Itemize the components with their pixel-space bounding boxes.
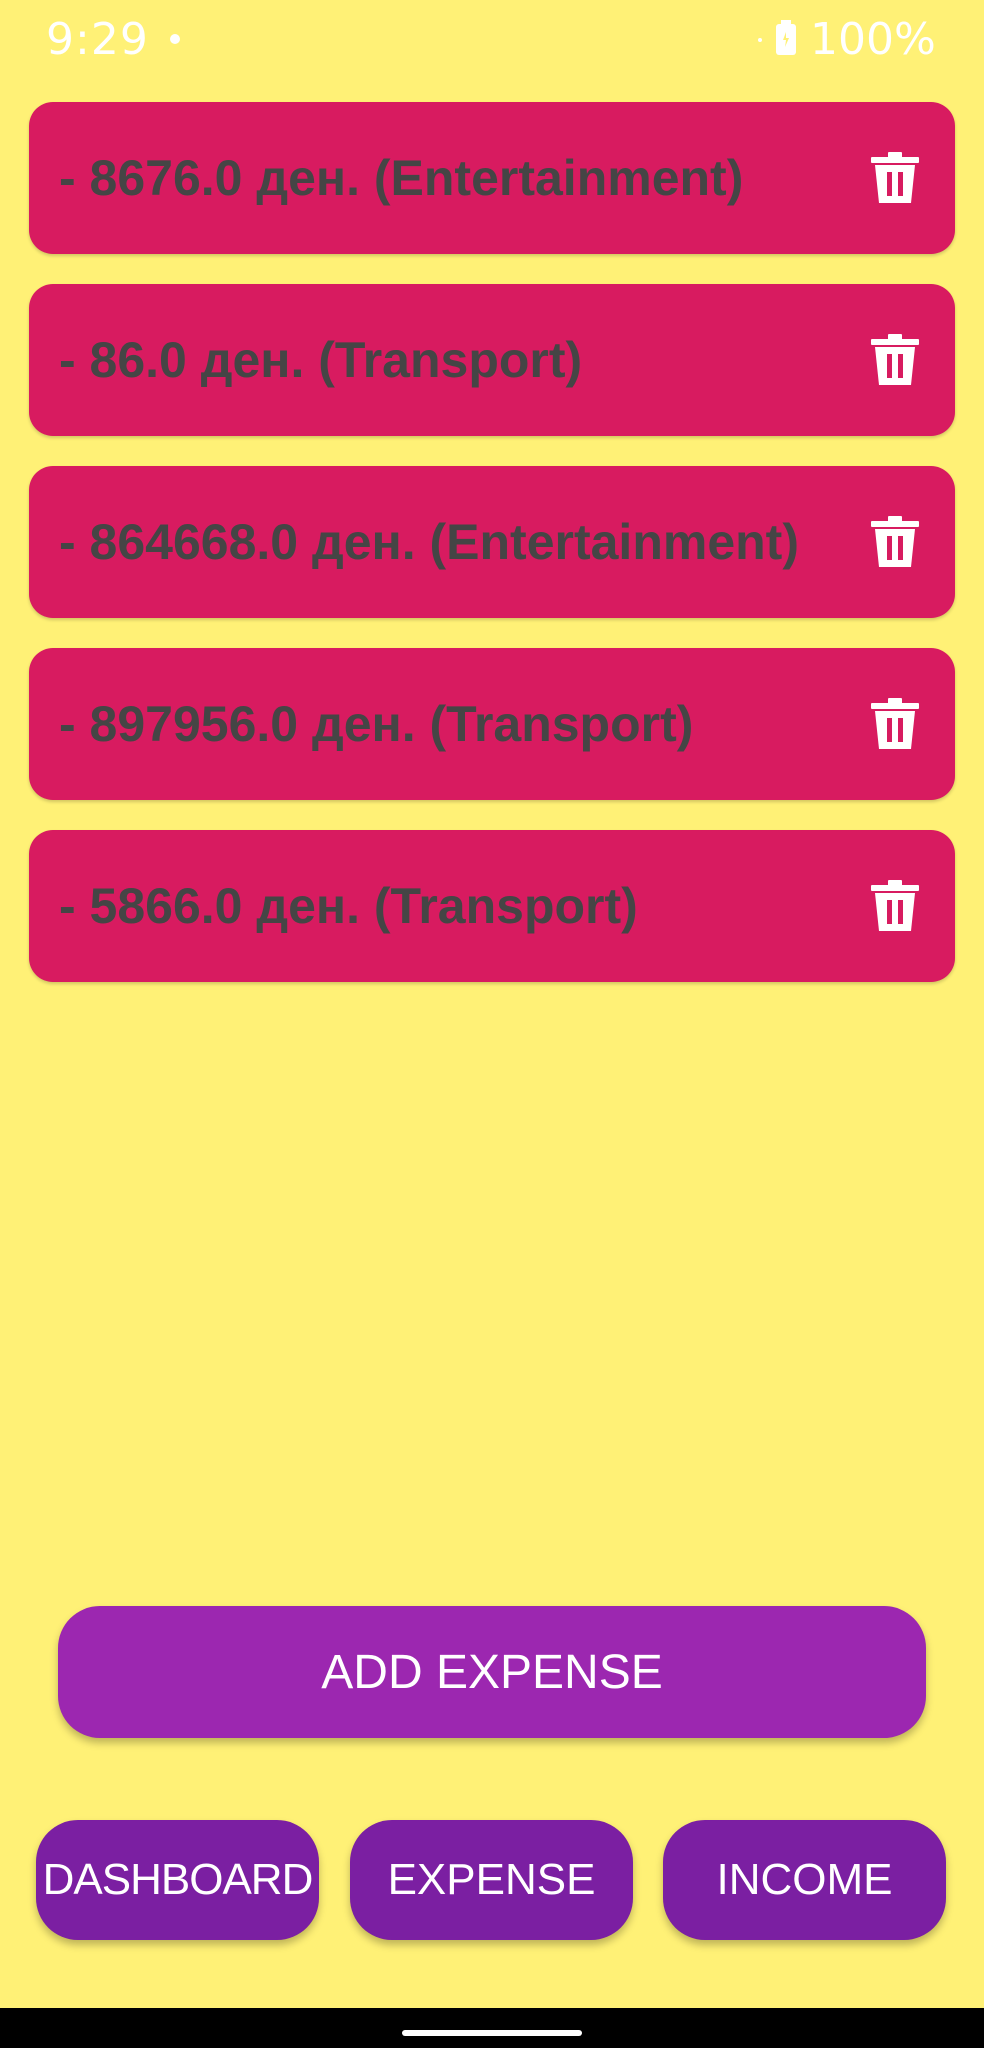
expense-item: - 8676.0 ден. (Entertainment) <box>29 102 955 254</box>
expense-item: - 86.0 ден. (Transport) <box>29 284 955 436</box>
signal-dot-icon <box>758 38 762 42</box>
trash-icon <box>871 334 919 385</box>
income-button[interactable]: INCOME <box>663 1820 946 1940</box>
delete-button[interactable] <box>865 694 925 754</box>
expense-label: - 86.0 ден. (Transport) <box>59 332 583 388</box>
expense-label: - 8676.0 ден. (Entertainment) <box>59 150 744 206</box>
home-indicator[interactable] <box>402 2030 582 2036</box>
trash-icon <box>871 698 919 749</box>
expense-label: - 897956.0 ден. (Transport) <box>59 696 694 752</box>
expense-label: - 5866.0 ден. (Transport) <box>59 878 638 934</box>
dashboard-button[interactable]: DASHBOARD <box>36 1820 319 1940</box>
system-navigation-bar <box>0 2008 984 2048</box>
expense-item: - 5866.0 ден. (Transport) <box>29 830 955 982</box>
status-time: 9:29 <box>46 14 149 65</box>
delete-button[interactable] <box>865 148 925 208</box>
expense-list: - 8676.0 ден. (Entertainment) - 86.0 ден… <box>29 102 955 1012</box>
trash-icon <box>871 152 919 203</box>
trash-icon <box>871 880 919 931</box>
expense-item: - 864668.0 ден. (Entertainment) <box>29 466 955 618</box>
expense-item: - 897956.0 ден. (Transport) <box>29 648 955 800</box>
expense-button[interactable]: EXPENSE <box>350 1820 633 1940</box>
delete-button[interactable] <box>865 876 925 936</box>
delete-button[interactable] <box>865 330 925 390</box>
expense-label: - 864668.0 ден. (Entertainment) <box>59 514 799 570</box>
add-expense-button[interactable]: ADD EXPENSE <box>58 1606 926 1738</box>
delete-button[interactable] <box>865 512 925 572</box>
trash-icon <box>871 516 919 567</box>
battery-icon <box>775 20 797 56</box>
status-bar: 9:29 100% <box>0 0 984 82</box>
notification-dot-icon <box>170 34 180 44</box>
battery-percentage: 100% <box>810 14 936 65</box>
